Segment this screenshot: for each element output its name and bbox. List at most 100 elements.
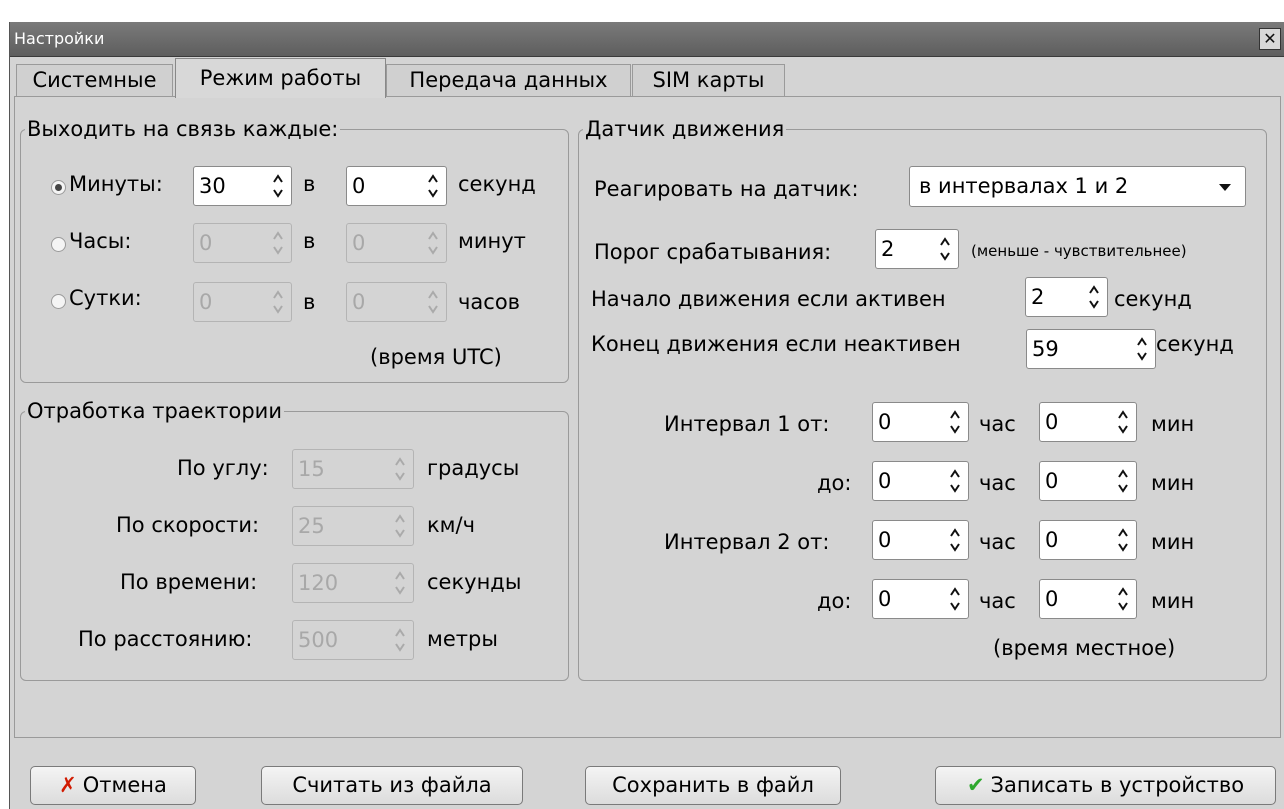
days-hours-spinbox: 0 [346,282,447,322]
interval2-to-hour-spinbox[interactable]: 0 [872,579,969,619]
spin-value: 0 [1045,587,1059,611]
threshold-hint: (меньше - чувствительнее) [971,242,1187,260]
interval1-to-hour-spinbox[interactable]: 0 [872,461,969,501]
angle-unit: градусы [427,456,520,480]
hour-unit: час [979,412,1016,436]
hour-unit: час [979,530,1016,554]
days-spinbox: 0 [193,282,292,322]
time-label: По времени: [120,570,258,594]
angle-value: 15 [298,457,325,481]
trajectory-group-legend: Отработка траектории [27,399,282,423]
spin-value: 0 [1045,528,1059,552]
motion-start-spinbox[interactable]: 2 [1025,277,1108,317]
spin-arrows-icon [395,513,405,539]
cancel-button[interactable]: ✗ Отмена [30,766,196,805]
react-select[interactable]: в интервалах 1 и 2 [909,166,1246,207]
load-from-file-button[interactable]: Считать из файла [261,766,523,805]
speed-label: По скорости: [116,513,260,537]
minutes-spinbox[interactable]: 30 [193,166,292,206]
hour-unit: час [979,589,1016,613]
interval2-to-min-spinbox[interactable]: 0 [1039,579,1137,619]
min-unit: мин [1151,412,1195,436]
min-unit: мин [1151,589,1195,613]
hours-minutes-value: 0 [352,231,366,255]
tab-sim-cards[interactable]: SIM карты [632,64,785,96]
close-button[interactable]: ✕ [1259,28,1281,50]
days-value: 0 [199,290,213,314]
cancel-x-icon: ✗ [59,773,77,797]
angle-label: По углу: [177,456,269,480]
motion-start-label: Начало движения если активен [591,287,946,311]
hours-unit: минут [458,229,526,253]
spin-arrows-icon[interactable] [940,236,950,262]
hours-minutes-spinbox: 0 [346,223,447,263]
interval2-from-min-spinbox[interactable]: 0 [1039,520,1137,560]
spin-arrows-icon[interactable] [273,173,283,199]
distance-label: По расстоянию: [78,627,253,651]
threshold-value: 2 [881,237,895,261]
days-label: Сутки: [69,286,142,310]
save-to-file-button[interactable]: Сохранить в файл [585,766,841,805]
cancel-button-label: Отмена [82,773,167,797]
time-value: 120 [298,571,339,595]
motion-start-unit: секунд [1114,287,1192,311]
motion-end-spinbox[interactable]: 59 [1026,329,1156,369]
spin-arrows-icon[interactable] [1118,527,1128,553]
spin-arrows-icon[interactable] [428,173,438,199]
spin-arrows-icon[interactable] [950,586,960,612]
days-radio[interactable] [51,294,66,309]
hour-unit: час [979,471,1016,495]
speed-value: 25 [298,514,325,538]
spin-arrows-icon [395,570,405,596]
threshold-label: Порог срабатывания: [594,240,832,264]
spin-arrows-icon[interactable] [1137,336,1147,362]
distance-spinbox: 500 [292,620,414,660]
react-label: Реагировать на датчик: [594,177,859,201]
speed-spinbox: 25 [292,506,414,546]
tab-system[interactable]: Системные [16,64,173,96]
spin-arrows-icon [273,230,283,256]
spin-arrows-icon[interactable] [1118,409,1128,435]
hours-value: 0 [199,231,213,255]
window-title: Настройки [14,29,105,48]
motion-group-legend: Датчик движения [585,117,785,141]
minutes-seconds-spinbox[interactable]: 0 [346,166,447,206]
write-to-device-button[interactable]: ✔ Записать в устройство [935,766,1276,805]
write-button-label: Записать в устройство [990,773,1245,797]
minutes-radio[interactable] [51,180,66,195]
hours-sep: в [303,229,316,253]
interval1-to-min-spinbox[interactable]: 0 [1039,461,1137,501]
minutes-sep: в [303,172,316,196]
threshold-spinbox[interactable]: 2 [875,229,959,269]
spin-arrows-icon [428,230,438,256]
chevron-down-icon[interactable] [1219,184,1231,191]
speed-unit: км/ч [427,513,476,537]
min-unit: мин [1151,471,1195,495]
spin-arrows-icon[interactable] [1118,586,1128,612]
motion-end-label: Конец движения если неактивен [591,332,961,356]
spin-arrows-icon [395,627,405,653]
interval1-from-min-spinbox[interactable]: 0 [1039,402,1137,442]
interval1-from-hour-spinbox[interactable]: 0 [872,402,969,442]
hours-radio[interactable] [51,237,66,252]
spin-arrows-icon[interactable] [1118,468,1128,494]
time-unit: секунды [427,570,522,594]
spin-arrows-icon[interactable] [950,409,960,435]
spin-arrows-icon[interactable] [950,527,960,553]
spin-value: 0 [878,469,892,493]
checkmark-icon: ✔ [966,773,985,797]
tab-operation-mode[interactable]: Режим работы [175,58,386,98]
spin-value: 0 [878,587,892,611]
title-bar: Настройки ✕ [10,22,1284,57]
minutes-unit: секунд [458,172,536,196]
spin-arrows-icon[interactable] [950,468,960,494]
tab-data-transfer[interactable]: Передача данных [386,64,631,96]
react-value: в интервалах 1 и 2 [919,174,1129,198]
spin-value: 0 [878,410,892,434]
interval2-from-hour-spinbox[interactable]: 0 [872,520,969,560]
spin-value: 0 [1045,410,1059,434]
min-unit: мин [1151,530,1195,554]
spin-arrows-icon [273,289,283,315]
spin-arrows-icon[interactable] [1089,284,1099,310]
days-sep: в [303,290,316,314]
